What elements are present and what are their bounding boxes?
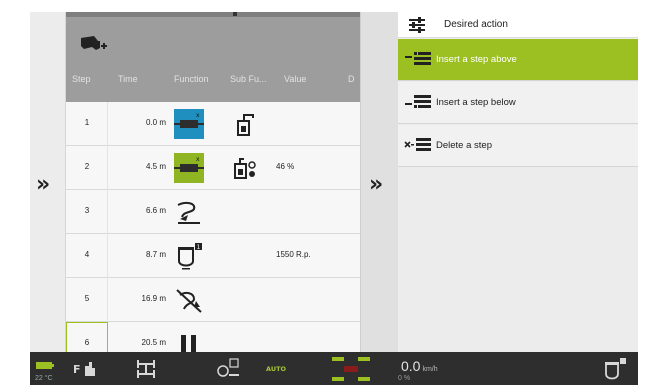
step-cell-selected[interactable] [66, 322, 108, 352]
panel-divider[interactable]: » [360, 12, 398, 352]
table-row[interactable]: 1 0.0 m x [66, 102, 360, 146]
expand-left-chevron-icon[interactable]: » [36, 172, 50, 197]
table-row[interactable]: 5 16.9 m [66, 278, 360, 322]
table-row[interactable]: 2 4.5 m x 46 % [66, 146, 360, 190]
step-time: 16.9 m [141, 294, 166, 303]
hand-throttle-icon[interactable]: F [73, 360, 99, 378]
table-row[interactable]: 3 6.6 m [66, 190, 360, 234]
col-header-step[interactable]: Step [72, 74, 91, 84]
col-header-function[interactable]: Function [174, 74, 209, 84]
screen: » Step Time Function Sub Fu... Value D 1… [0, 0, 650, 385]
insert-above-icon [405, 52, 431, 65]
delete-step-icon [404, 138, 431, 151]
status-bar: 22 °C F AUTO 0.0 km/h 0 % [30, 352, 638, 385]
hydraulic-valve-green-icon[interactable]: x [174, 153, 204, 183]
step-time: 4.5 m [145, 162, 166, 171]
action-panel-title: Desired action [444, 19, 508, 30]
step-table-panel: Step Time Function Sub Fu... Value D 1 0… [66, 12, 360, 352]
rear-axle-icon[interactable] [135, 358, 157, 380]
speed-value: 0.0 [401, 358, 421, 374]
table-row[interactable]: 6 20.5 m [66, 322, 360, 352]
col-header-subfunction[interactable]: Sub Fu... [230, 74, 267, 84]
engine-speed-status-icon[interactable] [602, 356, 628, 382]
insert-step-below-label: Insert a step below [436, 97, 516, 108]
step-number: 1 [84, 118, 90, 127]
expand-right-chevron-icon[interactable]: » [369, 172, 383, 197]
insert-step-above-button[interactable]: Insert a step above [398, 39, 638, 81]
auto-mode-label[interactable]: AUTO [266, 365, 286, 373]
insert-step-below-button[interactable]: Insert a step below [398, 82, 638, 124]
svg-text:1: 1 [197, 244, 201, 251]
svg-text:F: F [73, 363, 81, 376]
action-panel: Desired action Insert a step above Inser… [398, 12, 638, 352]
insert-below-icon [405, 95, 431, 108]
svg-text:x: x [196, 156, 200, 163]
left-collapse-strip[interactable]: » [30, 12, 66, 352]
slip-readout: 0 % [398, 375, 411, 382]
speed-readout: 0.0 km/h [401, 358, 438, 374]
delete-step-button[interactable]: Delete a step [398, 125, 638, 167]
step-number: 5 [84, 294, 90, 303]
tractor-add-icon[interactable] [78, 32, 108, 54]
insert-step-above-label: Insert a step above [436, 54, 517, 65]
valve-lever-icon [237, 114, 254, 136]
col-header-time[interactable]: Time [118, 74, 138, 84]
hydraulic-valve-icon[interactable]: x [174, 109, 204, 139]
delete-step-label: Delete a step [436, 140, 492, 151]
battery-icon [36, 362, 54, 369]
svg-text:x: x [196, 112, 200, 119]
step-number: 6 [84, 338, 90, 347]
lift-hitch-icon[interactable] [174, 197, 204, 227]
traction-control-icon[interactable] [330, 355, 372, 383]
speed-unit: km/h [422, 366, 438, 373]
step-value: 1550 R.p. [276, 250, 311, 259]
step-table-header: Step Time Function Sub Fu... Value D [66, 12, 360, 102]
step-time: 0.0 m [145, 118, 166, 127]
step-number: 2 [84, 162, 90, 171]
sliders-icon [409, 17, 425, 33]
scroll-indicator [66, 12, 360, 17]
step-number: 4 [84, 250, 90, 259]
valve-flow-icon [234, 158, 256, 179]
step-time: 8.7 m [145, 250, 166, 259]
temperature-readout: 22 °C [35, 375, 53, 382]
step-time: 20.5 m [141, 338, 166, 347]
table-row[interactable]: 4 8.7 m 1 1550 R.p. [66, 234, 360, 278]
action-panel-header: Desired action [398, 12, 638, 38]
step-time: 6.6 m [145, 206, 166, 215]
hitch-off-icon[interactable] [174, 285, 204, 315]
col-header-value[interactable]: Value [284, 74, 306, 84]
step-value: 46 % [276, 162, 295, 171]
hydraulic-outlet-icon[interactable] [215, 357, 241, 381]
engine-speed-icon[interactable]: 1 [174, 241, 204, 271]
scroll-position-dot [233, 12, 237, 16]
col-header-d[interactable]: D [348, 74, 355, 84]
step-number: 3 [84, 206, 90, 215]
pause-icon[interactable] [174, 329, 204, 352]
